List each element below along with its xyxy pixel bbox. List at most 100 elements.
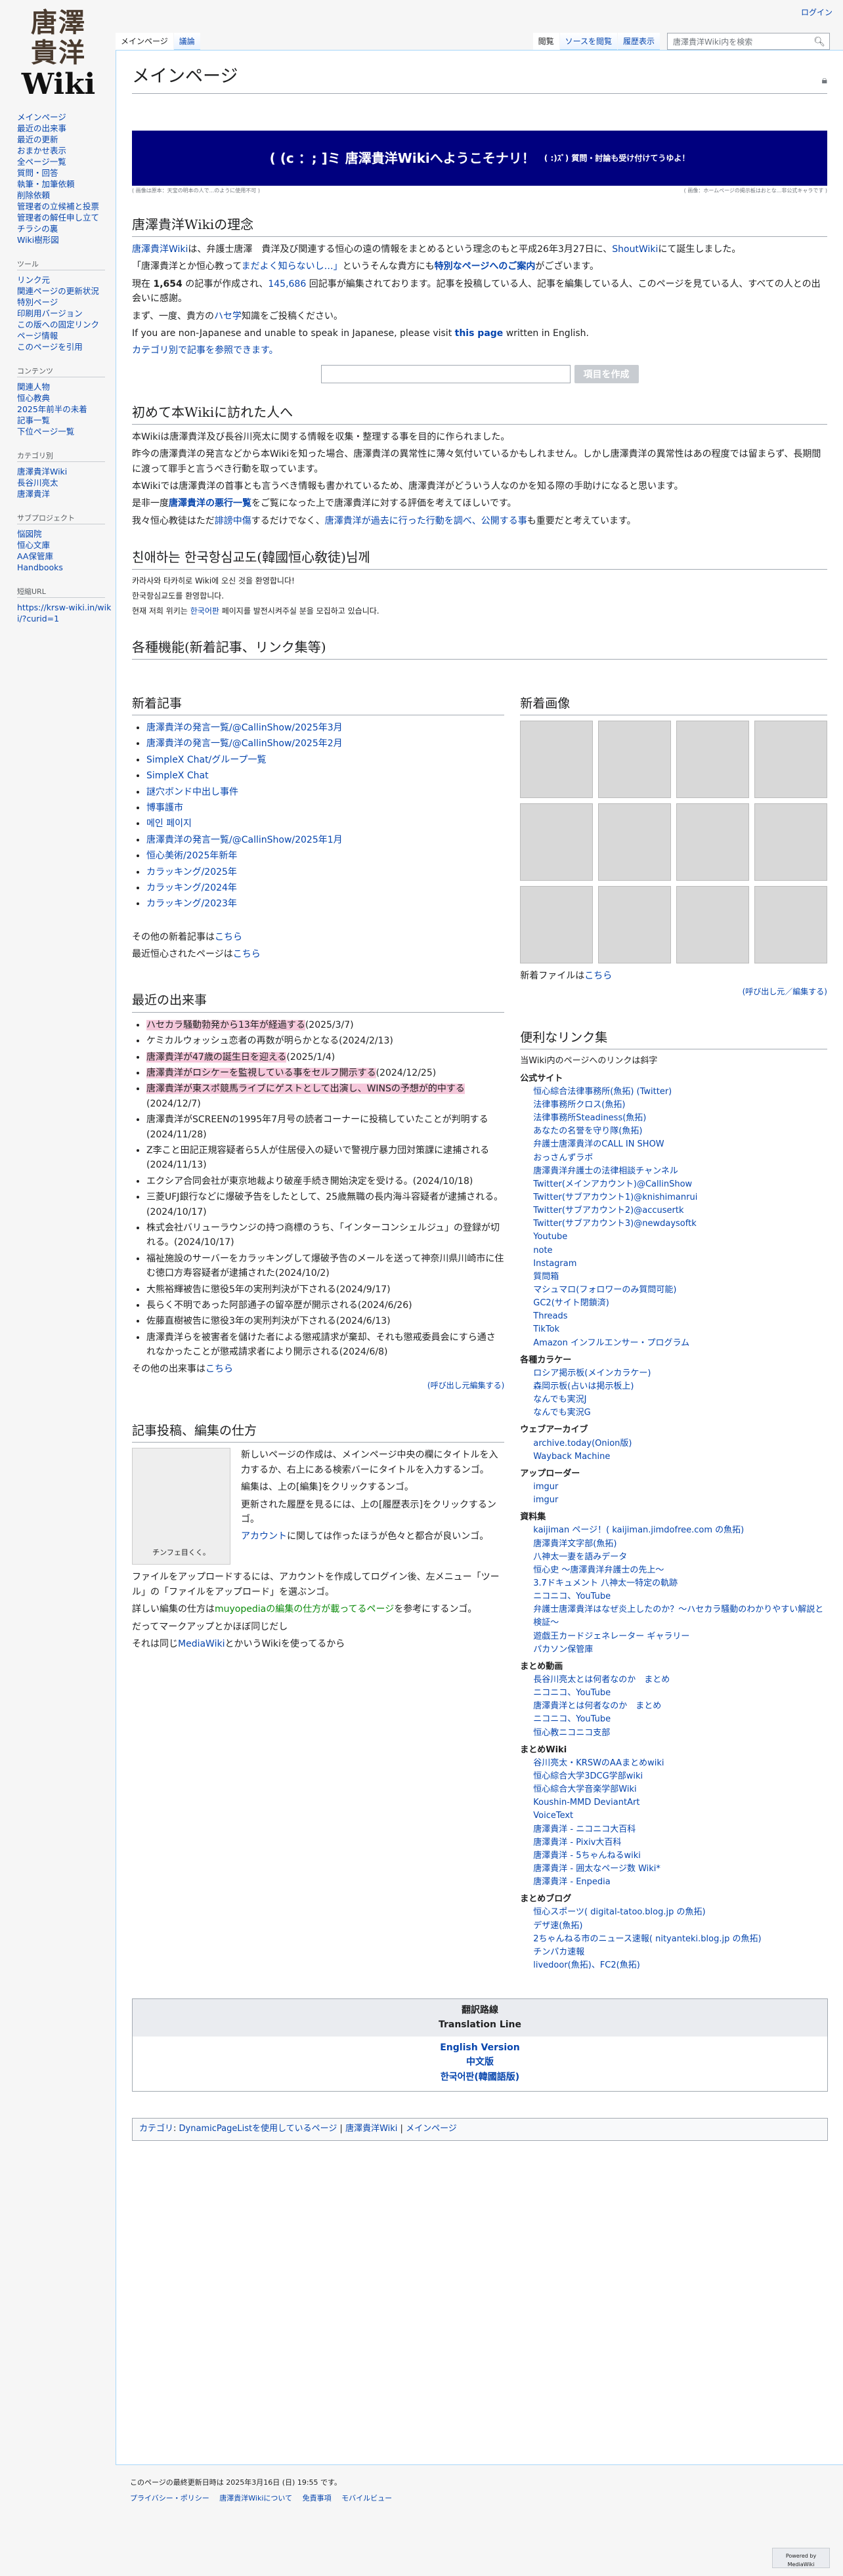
- link-english-version[interactable]: English Version: [133, 2040, 827, 2055]
- external-link[interactable]: デザ速(魚拓): [533, 1920, 827, 1933]
- external-link[interactable]: 長谷川亮太とは何者なのか まとめ: [533, 1674, 827, 1687]
- sidebar-nav-item[interactable]: 削除依頼: [17, 190, 116, 201]
- sidebar-content-item[interactable]: 下位ページ一覧: [17, 426, 116, 437]
- sidebar-nav-item[interactable]: 管理者の解任申し立て: [17, 212, 116, 223]
- external-link[interactable]: 遊戯王カードジェネレーター ギャラリー: [533, 1630, 827, 1643]
- category-link[interactable]: メインページ: [406, 2124, 457, 2134]
- link-korean[interactable]: 한국어판: [190, 606, 219, 616]
- external-link[interactable]: 唐澤貴洋弁護士の法律相談チャンネル: [533, 1165, 827, 1178]
- external-link[interactable]: 唐澤貴洋 - Pixiv大百科: [533, 1836, 827, 1849]
- link-investigate[interactable]: 唐澤貴洋が過去に行った行動を調べ、公開する事: [325, 516, 527, 526]
- new-article-link[interactable]: カラッキング/2023年: [146, 898, 237, 909]
- external-link[interactable]: archive.today(Onion版): [533, 1437, 827, 1450]
- new-article-link[interactable]: カラッキング/2025年: [146, 867, 237, 877]
- external-link[interactable]: なんでも実況G: [533, 1406, 827, 1420]
- external-link[interactable]: Twitter(メインアカウント)@CallinShow: [533, 1178, 827, 1191]
- sidebar-nav-item[interactable]: 最近の出来事: [17, 123, 116, 134]
- link-intro[interactable]: まだよく知らないし…」: [242, 261, 343, 272]
- sidebar-tool-item[interactable]: 印刷用バージョン: [17, 308, 116, 319]
- new-article-link[interactable]: 恒心美術/2025年新年: [146, 851, 237, 861]
- link-hasegaku[interactable]: ハセ学: [214, 311, 242, 322]
- link-account[interactable]: アカウント: [241, 1531, 287, 1542]
- link-english[interactable]: this page: [455, 328, 504, 339]
- external-link[interactable]: Twitter(サブアカウント1)@knishimanrui: [533, 1191, 827, 1204]
- gallery-thumbnail[interactable]: [520, 721, 594, 799]
- sidebar-nav-item[interactable]: 執筆・加筆依頼: [17, 179, 116, 190]
- external-link[interactable]: TikTok: [533, 1323, 827, 1336]
- footer-disclaimers[interactable]: 免責事項: [303, 2494, 332, 2502]
- gallery-thumbnail[interactable]: [598, 886, 672, 964]
- link-wiki[interactable]: 唐澤貴洋Wiki: [132, 244, 188, 255]
- sidebar-subproject-item[interactable]: 恒心文庫: [17, 539, 116, 551]
- categories-label[interactable]: カテゴリ: [139, 2124, 173, 2134]
- external-link[interactable]: 唐澤貴洋 - 5ちゃんねるwiki: [533, 1849, 827, 1863]
- sidebar-nav-item[interactable]: 質問・回答: [17, 167, 116, 179]
- external-link[interactable]: 法律事務所Steadiness(魚拓): [533, 1112, 827, 1125]
- gallery-thumbnail[interactable]: [676, 721, 750, 799]
- link-more-images[interactable]: こちら: [584, 971, 612, 981]
- sidebar-nav-item[interactable]: おまかせ表示: [17, 145, 116, 156]
- gallery-thumbnail[interactable]: [754, 803, 827, 881]
- link-shoutwiki[interactable]: ShoutWiki: [612, 244, 658, 255]
- link-slander[interactable]: 誹謗中傷: [215, 516, 251, 526]
- external-link[interactable]: マシュマロ(フォロワーのみ質問可能): [533, 1284, 827, 1297]
- sidebar-content-item[interactable]: 記事一覧: [17, 415, 116, 426]
- sidebar-nav-item[interactable]: Wiki樹形図: [17, 234, 116, 245]
- gallery-thumbnail[interactable]: [676, 803, 750, 881]
- sidebar-category-item[interactable]: 長谷川亮太: [17, 477, 116, 488]
- new-article-link[interactable]: 唐澤貴洋の発言一覧/@CallinShow/2025年1月: [146, 835, 343, 845]
- new-article-link[interactable]: 唐澤貴洋の発言一覧/@CallinShow/2025年3月: [146, 723, 343, 733]
- external-link[interactable]: Amazon インフルエンサー・プログラム: [533, 1337, 827, 1350]
- link-mediawiki[interactable]: MediaWiki: [178, 1639, 225, 1649]
- link-more-recent[interactable]: こちら: [233, 949, 261, 960]
- external-link[interactable]: 八神太一妻を語みデータ: [533, 1551, 827, 1564]
- external-link[interactable]: 恒心史 〜唐澤貴洋弁護士の先上〜: [533, 1564, 827, 1577]
- external-link[interactable]: 質問箱: [533, 1271, 827, 1284]
- external-link[interactable]: 弁護士唐澤貴洋はなぜ炎上したのか？〜ハセカラ騒動のわかりやすい解説と検証〜: [533, 1603, 827, 1630]
- gallery-thumbnail[interactable]: [754, 721, 827, 799]
- events-edit-link[interactable]: (呼び出し元編集する): [427, 1381, 504, 1390]
- external-link[interactable]: あなたの名誉を守り隊(魚拓): [533, 1125, 827, 1138]
- link-more-events[interactable]: こちら: [205, 1364, 233, 1374]
- external-link[interactable]: note: [533, 1244, 827, 1257]
- external-link[interactable]: GC2(サイト閉鎖済): [533, 1297, 827, 1310]
- footer-about[interactable]: 唐澤貴洋Wikiについて: [219, 2494, 292, 2502]
- external-link[interactable]: 唐澤貴洋とは何者なのか まとめ: [533, 1700, 827, 1713]
- sidebar-tool-item[interactable]: 関連ページの更新状況: [17, 285, 116, 297]
- external-link[interactable]: Instagram: [533, 1257, 827, 1271]
- images-edit-link[interactable]: (呼び出し元／編集する): [743, 987, 827, 996]
- external-link[interactable]: 唐澤貴洋文字部(魚拓): [533, 1538, 827, 1551]
- sidebar-tool-item[interactable]: 特別ページ: [17, 297, 116, 308]
- external-link[interactable]: 唐澤貴洋 - 囲太なページ数 Wiki*: [533, 1863, 827, 1876]
- site-logo[interactable]: 唐澤 貴洋 Wiki: [16, 8, 101, 101]
- external-link[interactable]: 2ちゃんねる市のニュース速報( nityanteki.blog.jp の魚拓): [533, 1933, 827, 1946]
- external-link[interactable]: kaijiman ページ！( kaijiman.jimdofree.com の魚…: [533, 1524, 827, 1537]
- external-link[interactable]: ロシア掲示板(メインカラケー): [533, 1367, 827, 1380]
- external-link[interactable]: Koushin-MMD DeviantArt: [533, 1796, 827, 1809]
- external-link[interactable]: Wayback Machine: [533, 1450, 827, 1464]
- external-link[interactable]: 谷川亮太・KRSWのAAまとめwiki: [533, 1757, 827, 1770]
- sidebar-tool-item[interactable]: この版への固定リンク: [17, 319, 116, 330]
- tab-history[interactable]: 履歴表示: [617, 33, 660, 50]
- create-page-button[interactable]: 項目を作成: [574, 364, 639, 383]
- external-link[interactable]: 3.7ドキュメント 八神太一特定の軌跡: [533, 1577, 827, 1590]
- link-more-articles[interactable]: こちら: [215, 932, 242, 942]
- login-link[interactable]: ログイン: [801, 8, 832, 17]
- new-article-link[interactable]: 메인 페이지: [146, 818, 192, 829]
- sidebar-nav-item[interactable]: チラシの裏: [17, 223, 116, 234]
- new-article-link[interactable]: SimpleX Chat/グループ一覧: [146, 755, 266, 765]
- external-link[interactable]: ニコニコ、YouTube: [533, 1687, 827, 1700]
- tab-read[interactable]: 閲覧: [532, 33, 559, 50]
- sidebar-content-item[interactable]: 恒心教典: [17, 392, 116, 404]
- tab-view-source[interactable]: ソースを閲覧: [559, 33, 617, 50]
- sidebar-subproject-item[interactable]: Handbooks: [17, 562, 116, 573]
- external-link[interactable]: 恒心綜合大学3DCG学部wiki: [533, 1770, 827, 1783]
- sidebar-nav-item[interactable]: メインページ: [17, 112, 116, 123]
- gallery-thumbnail[interactable]: [598, 721, 672, 799]
- link-categories[interactable]: カテゴリ別で記事を参照できます。: [132, 345, 278, 356]
- sidebar-shorturl[interactable]: https://krsw-wiki.in/wiki/?curid=1: [17, 602, 116, 624]
- external-link[interactable]: Youtube: [533, 1231, 827, 1244]
- sidebar-tool-item[interactable]: リンク元: [17, 274, 116, 285]
- external-link[interactable]: Twitter(サブアカウント2)@accusertk: [533, 1204, 827, 1217]
- link-special-guide[interactable]: 特別なページへのご案内: [435, 261, 536, 272]
